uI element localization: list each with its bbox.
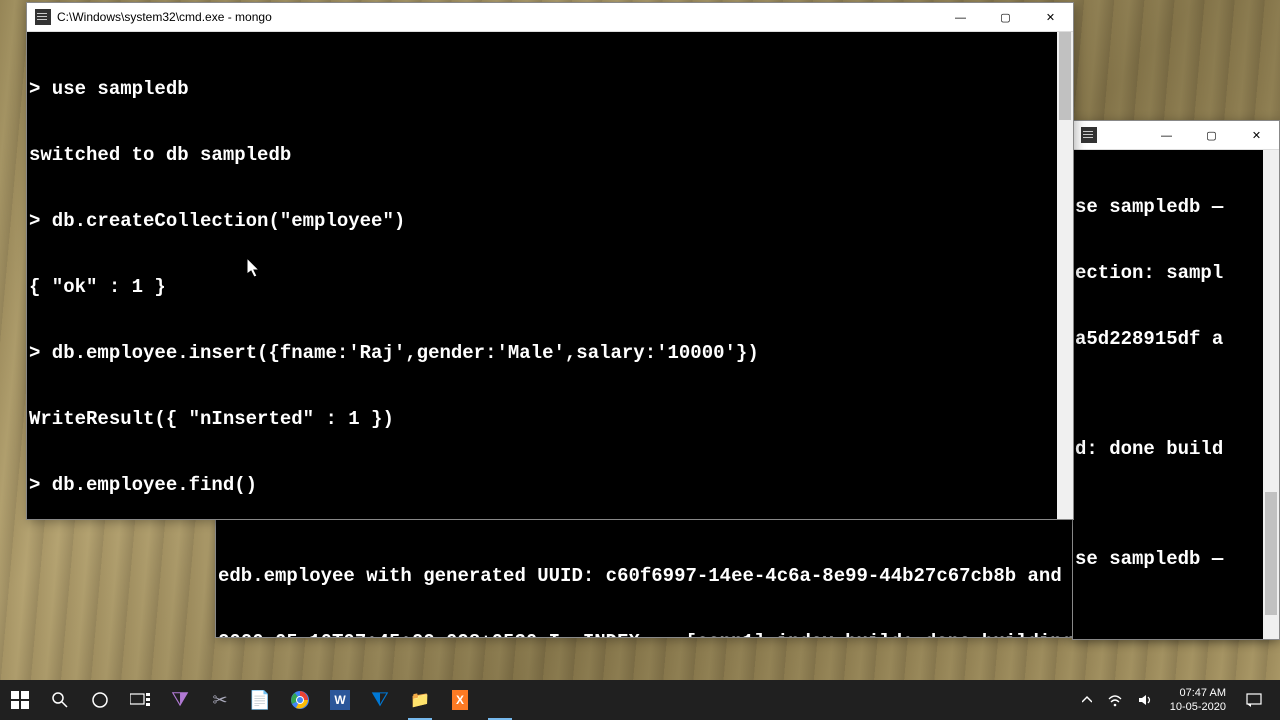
tray-network[interactable]: [1100, 680, 1130, 720]
notepad-icon: 📄: [249, 690, 271, 711]
word-icon: W: [330, 690, 349, 710]
minimize-button[interactable]: —: [1144, 121, 1189, 150]
chevron-up-icon: [1082, 695, 1092, 705]
cortana-button[interactable]: [80, 680, 120, 720]
vscode-icon: ⧨: [371, 689, 389, 712]
scrollbar[interactable]: [1057, 32, 1073, 519]
tray-chevron-up[interactable]: [1074, 680, 1100, 720]
windows-logo-icon: [11, 691, 29, 709]
action-center-button[interactable]: [1236, 692, 1272, 708]
secondary-terminal-body[interactable]: se sampledb — ection: sampl a5d228915df …: [1073, 150, 1279, 639]
volume-icon: [1138, 693, 1152, 707]
secondary-window-controls: — ▢ ✕: [1144, 121, 1279, 149]
terminal-line: se sampledb —: [1075, 196, 1279, 218]
notification-icon: [1246, 692, 1262, 708]
terminal-line: WriteResult({ "nInserted" : 1 }): [29, 408, 1073, 430]
snipping-icon: ✂: [212, 690, 227, 711]
taskbar-app-notepad[interactable]: 📄: [240, 680, 280, 720]
secondary-window-titlebar[interactable]: — ▢ ✕: [1073, 121, 1279, 150]
terminal-line: ection: sampl: [1075, 262, 1279, 284]
taskbar[interactable]: ⧩ ✂ 📄 W ⧨ 📁: [0, 680, 1280, 720]
taskbar-app-word[interactable]: W: [320, 680, 360, 720]
cmd-icon: [35, 9, 51, 25]
desktop: — ▢ ✕ se sampledb — ection: sampl a5d228…: [0, 0, 1280, 720]
terminal-line: > db.employee.find(): [29, 474, 1073, 496]
search-button[interactable]: [40, 680, 80, 720]
taskbar-app-visualstudio[interactable]: ⧩: [160, 680, 200, 720]
terminal-line: a5d228915df a: [1075, 328, 1279, 350]
maximize-button[interactable]: ▢: [983, 3, 1028, 32]
secondary-terminal-window[interactable]: — ▢ ✕ se sampledb — ection: sampl a5d228…: [1072, 120, 1280, 640]
clock-date: 10-05-2020: [1170, 700, 1226, 714]
clock-time: 07:47 AM: [1170, 686, 1226, 700]
system-tray[interactable]: 07:47 AM 10-05-2020: [1074, 680, 1280, 720]
main-terminal-body[interactable]: > use sampledb switched to db sampledb >…: [27, 32, 1073, 519]
close-button[interactable]: ✕: [1028, 3, 1073, 32]
taskbar-app-vscode[interactable]: ⧨: [360, 680, 400, 720]
start-button[interactable]: [0, 680, 40, 720]
close-button[interactable]: ✕: [1234, 121, 1279, 150]
visualstudio-icon: ⧩: [171, 689, 189, 712]
main-window-controls: — ▢ ✕: [938, 3, 1073, 31]
main-window-titlebar[interactable]: C:\Windows\system32\cmd.exe - mongo — ▢ …: [27, 3, 1073, 32]
scrollbar[interactable]: [1263, 150, 1279, 639]
folder-icon: 📁: [410, 690, 430, 710]
search-icon: [51, 691, 69, 709]
scrollbar-thumb[interactable]: [1059, 32, 1071, 120]
terminal-line: se sampledb —: [1075, 548, 1279, 570]
terminal-line: d: done build: [1075, 438, 1279, 460]
taskbar-app-explorer[interactable]: 📁: [400, 680, 440, 720]
terminal-line: switched to db sampledb: [29, 144, 1073, 166]
terminal-line: > use sampledb: [29, 78, 1073, 100]
xampp-icon: X: [452, 690, 468, 710]
tray-volume[interactable]: [1130, 680, 1160, 720]
terminal-line: > db.employee.insert({fname:'Raj',gender…: [29, 342, 1073, 364]
taskbar-app-snipping[interactable]: ✂: [200, 680, 240, 720]
taskbar-clock[interactable]: 07:47 AM 10-05-2020: [1160, 686, 1236, 714]
maximize-button[interactable]: ▢: [1189, 121, 1234, 150]
cmd-icon: [1081, 127, 1097, 143]
wifi-icon: [1108, 693, 1122, 707]
cortana-icon: [91, 691, 109, 709]
terminal-line: > db.createCollection("employee"): [29, 210, 1073, 232]
chrome-icon: [290, 690, 310, 710]
task-view-button[interactable]: [120, 680, 160, 720]
minimize-button[interactable]: —: [938, 3, 983, 32]
main-window-title: C:\Windows\system32\cmd.exe - mongo: [57, 10, 938, 24]
scrollbar-thumb[interactable]: [1265, 492, 1277, 614]
main-terminal-window[interactable]: C:\Windows\system32\cmd.exe - mongo — ▢ …: [26, 2, 1074, 520]
taskbar-app-xampp[interactable]: X: [440, 680, 480, 720]
taskbar-app-cmd[interactable]: [480, 680, 520, 720]
terminal-line: { "ok" : 1 }: [29, 276, 1073, 298]
taskbar-app-chrome[interactable]: [280, 680, 320, 720]
task-view-icon: [130, 693, 150, 707]
